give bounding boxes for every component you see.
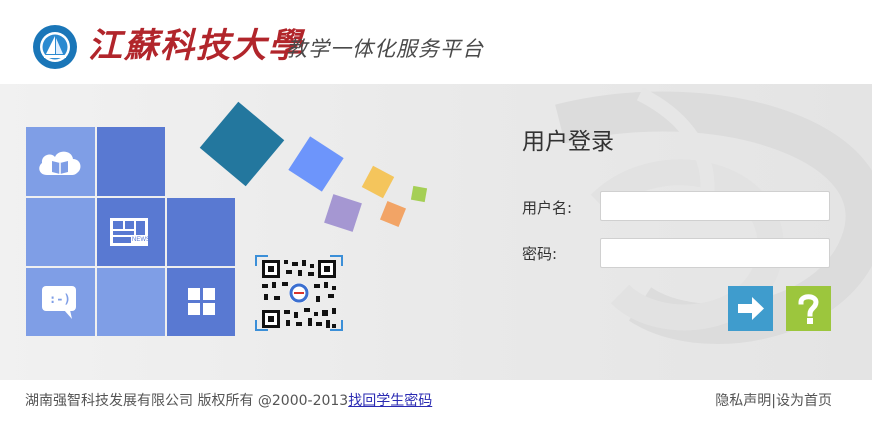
tile-blank-2[interactable]	[26, 198, 95, 266]
footer-links: 隐私声明|设为首页	[715, 390, 832, 410]
tile-blank-1[interactable]	[97, 127, 165, 196]
username-label: 用户名:	[522, 199, 573, 217]
university-seal-logo	[33, 25, 77, 69]
tile-chat[interactable]: :-)	[26, 268, 95, 336]
login-title: 用户登录	[522, 129, 614, 155]
privacy-link[interactable]: 隐私声明	[715, 393, 771, 409]
header: 江蘇科技大學 教学一体化服务平台	[0, 0, 872, 84]
qr-code	[255, 255, 343, 331]
tile-blank-4[interactable]	[97, 268, 165, 336]
tile-cloud-book[interactable]	[26, 127, 95, 196]
tile-news[interactable]: NEWS	[97, 198, 165, 266]
cloud-book-icon	[39, 151, 81, 175]
chat-emoticon: :-)	[49, 292, 71, 306]
password-label: 密码:	[522, 245, 558, 263]
footer-copyright-block: 湖南强智科技发展有限公司 版权所有 @2000-2013找回学生密码	[25, 390, 432, 410]
help-button[interactable]	[786, 286, 831, 331]
university-name-calligraphy: 江蘇科技大學	[88, 26, 304, 66]
decorative-squares	[199, 101, 428, 232]
username-input[interactable]	[600, 191, 830, 221]
copyright-text: 湖南强智科技发展有限公司 版权所有 @2000-2013	[25, 393, 349, 409]
footer: 湖南强智科技发展有限公司 版权所有 @2000-2013找回学生密码 隐私声明|…	[0, 380, 872, 424]
tile-apps[interactable]	[167, 268, 235, 336]
news-label: NEWS	[132, 237, 150, 243]
news-icon	[110, 218, 148, 246]
question-icon	[798, 294, 819, 324]
recover-password-link[interactable]: 找回学生密码	[348, 393, 432, 409]
password-input[interactable]	[600, 238, 830, 268]
set-homepage-link[interactable]: 设为首页	[776, 393, 832, 409]
arrow-right-icon	[738, 297, 764, 320]
submit-login-button[interactable]	[728, 286, 773, 331]
portal-name: 教学一体化服务平台	[286, 37, 484, 61]
apps-grid-icon	[188, 288, 215, 315]
